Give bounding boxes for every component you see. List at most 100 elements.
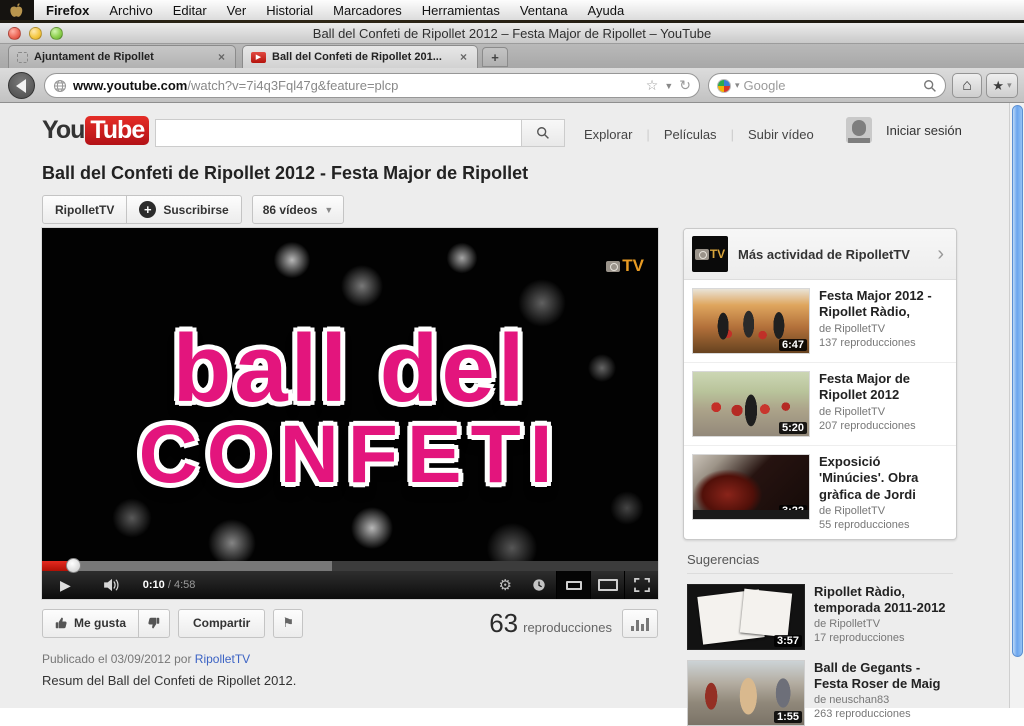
speaker-icon	[103, 578, 121, 592]
play-button[interactable]: ▶	[42, 577, 89, 594]
video-author: de RipolletTV	[819, 505, 948, 517]
scrollbar-thumb[interactable]	[1012, 105, 1023, 657]
video-frame[interactable]: ball del CONFETI TV	[42, 228, 658, 561]
tab-ajuntament[interactable]: Ajuntament de Ripollet ×	[8, 45, 236, 68]
sidebar: TV Más actividad de RipolletTV › 6:47 Fe…	[683, 228, 957, 726]
url-bar[interactable]: www.youtube.com/watch?v=7i4q3Fql47g&feat…	[44, 73, 700, 98]
stats-button[interactable]	[622, 609, 658, 638]
flag-button[interactable]: ⚑	[273, 609, 303, 638]
channel-row: RipolletTV + Suscribirse 86 vídeos ▼	[42, 195, 344, 224]
scrubber-handle[interactable]	[66, 558, 81, 573]
logo-you: You	[42, 116, 84, 145]
video-overlay-text-2: CONFETI	[139, 417, 562, 492]
video-views: 207 reproducciones	[819, 420, 948, 432]
video-title[interactable]: Ball de Gegants - Festa Roser de Maig	[814, 660, 953, 693]
bookmarks-button[interactable]: ★▾	[986, 73, 1018, 98]
playlist-videos-button[interactable]: 86 vídeos ▼	[252, 195, 345, 224]
youtube-logo[interactable]: You Tube	[42, 116, 149, 145]
menu-firefox[interactable]: Firefox	[34, 3, 99, 18]
video-author: de RipolletTV	[819, 323, 948, 335]
views-count: 63	[489, 608, 518, 639]
small-player-button[interactable]	[556, 571, 590, 599]
publisher-link[interactable]: RipolletTV	[195, 652, 250, 666]
search-icon[interactable]	[923, 79, 937, 93]
menu-archivo[interactable]: Archivo	[99, 3, 162, 18]
activity-video-item[interactable]: 5:20 Festa Major de Ripollet 2012 de Rip…	[684, 362, 956, 445]
logo-tube: Tube	[85, 116, 149, 145]
dislike-button[interactable]	[138, 609, 170, 638]
thumb-up-icon	[55, 617, 67, 629]
share-button[interactable]: Compartir	[178, 609, 265, 638]
seek-bar[interactable]	[42, 561, 658, 571]
like-button[interactable]: Me gusta	[42, 609, 139, 638]
youtube-search-button[interactable]	[521, 119, 565, 147]
tab-ball-del-confeti[interactable]: ▶ Ball del Confeti de Ripollet 201... ×	[242, 45, 478, 68]
video-title[interactable]: Ripollet Ràdio, temporada 2011-2012	[814, 584, 953, 617]
google-icon[interactable]	[717, 79, 731, 93]
activity-video-item[interactable]: 6:47 Festa Major 2012 - Ripollet Ràdio, …	[684, 280, 956, 362]
activity-header[interactable]: TV Más actividad de RipolletTV ›	[684, 229, 956, 280]
video-title[interactable]: Festa Major de Ripollet 2012	[819, 371, 948, 404]
signin-link[interactable]: Iniciar sesión	[886, 123, 962, 138]
channel-button[interactable]: RipolletTV	[43, 196, 126, 223]
video-thumbnail[interactable]: 3:57	[687, 584, 805, 650]
reload-icon[interactable]: ↻	[679, 77, 691, 94]
new-tab-button[interactable]: +	[482, 47, 508, 67]
action-row: Me gusta Compartir ⚑ 63 reproducciones	[42, 608, 658, 638]
video-thumbnail[interactable]: 5:20	[692, 371, 810, 437]
nav-subir-video[interactable]: Subir vídeo	[734, 127, 828, 142]
apple-menu[interactable]	[0, 0, 34, 20]
menu-marcadores[interactable]: Marcadores	[323, 3, 412, 18]
bookmark-star-icon[interactable]: ☆	[646, 77, 659, 94]
search-engine-dropdown-icon[interactable]: ▾	[735, 80, 740, 91]
subscribe-button[interactable]: + Suscribirse	[126, 196, 240, 223]
home-button[interactable]: ⌂	[952, 73, 982, 98]
youtube-nav: Explorar | Películas | Subir vídeo	[570, 127, 828, 142]
menu-editar[interactable]: Editar	[163, 3, 217, 18]
chevron-right-icon[interactable]: ›	[937, 243, 948, 266]
url-dropdown-icon[interactable]: ▼	[664, 81, 673, 91]
suggestions-title: Sugerencias	[687, 552, 953, 574]
buffered-bar	[42, 561, 332, 571]
watch-later-clock-icon[interactable]	[522, 571, 556, 599]
nav-explorar[interactable]: Explorar	[570, 127, 646, 142]
views-label: reproducciones	[523, 620, 612, 635]
youtube-favicon: ▶	[251, 52, 266, 63]
apple-icon	[10, 3, 24, 17]
activity-video-item[interactable]: 3:22 Exposició 'Minúcies'. Obra gràfica …	[684, 445, 956, 539]
video-thumbnail[interactable]: 3:22	[692, 454, 810, 520]
menu-historial[interactable]: Historial	[256, 3, 323, 18]
video-title[interactable]: Exposició 'Minúcies'. Obra gràfica de Jo…	[819, 454, 948, 503]
suggested-video-item[interactable]: 1:55 Ball de Gegants - Festa Roser de Ma…	[683, 650, 957, 726]
youtube-search-input[interactable]	[155, 119, 521, 147]
video-views: 137 reproducciones	[819, 337, 948, 349]
video-description: Resum del Ball del Confeti de Ripollet 2…	[42, 673, 296, 688]
menu-herramientas[interactable]: Herramientas	[412, 3, 510, 18]
settings-gear-icon[interactable]: ⚙	[489, 571, 522, 599]
back-button[interactable]	[8, 72, 35, 99]
channel-logo: TV	[692, 236, 728, 272]
menu-ventana[interactable]: Ventana	[510, 3, 578, 18]
volume-button[interactable]	[89, 578, 135, 592]
scrollbar-track[interactable]	[1009, 103, 1024, 708]
tab-close-icon[interactable]: ×	[458, 50, 469, 64]
flag-icon: ⚑	[283, 615, 295, 631]
video-thumbnail[interactable]: 6:47	[692, 288, 810, 354]
video-thumbnail[interactable]: 1:55	[687, 660, 805, 726]
duration-badge: 1:55	[774, 711, 802, 723]
nav-peliculas[interactable]: Películas	[650, 127, 731, 142]
video-title[interactable]: Festa Major 2012 - Ripollet Ràdio,	[819, 288, 948, 321]
google-search-box[interactable]: ▾	[708, 73, 946, 98]
bar-chart-icon	[631, 626, 634, 631]
video-author: de neuschan83	[814, 694, 953, 706]
google-search-input[interactable]	[744, 78, 919, 93]
menu-ayuda[interactable]: Ayuda	[578, 3, 635, 18]
video-overlay-text-1: ball del	[173, 325, 528, 413]
suggested-video-item[interactable]: 3:57 Ripollet Ràdio, temporada 2011-2012…	[683, 574, 957, 650]
fullscreen-button[interactable]	[624, 571, 658, 599]
menu-ver[interactable]: Ver	[217, 3, 257, 18]
tab-close-icon[interactable]: ×	[216, 50, 227, 64]
large-player-button[interactable]	[590, 571, 624, 599]
video-views: 55 reproducciones	[819, 519, 948, 531]
duration-badge: 5:20	[779, 422, 807, 434]
